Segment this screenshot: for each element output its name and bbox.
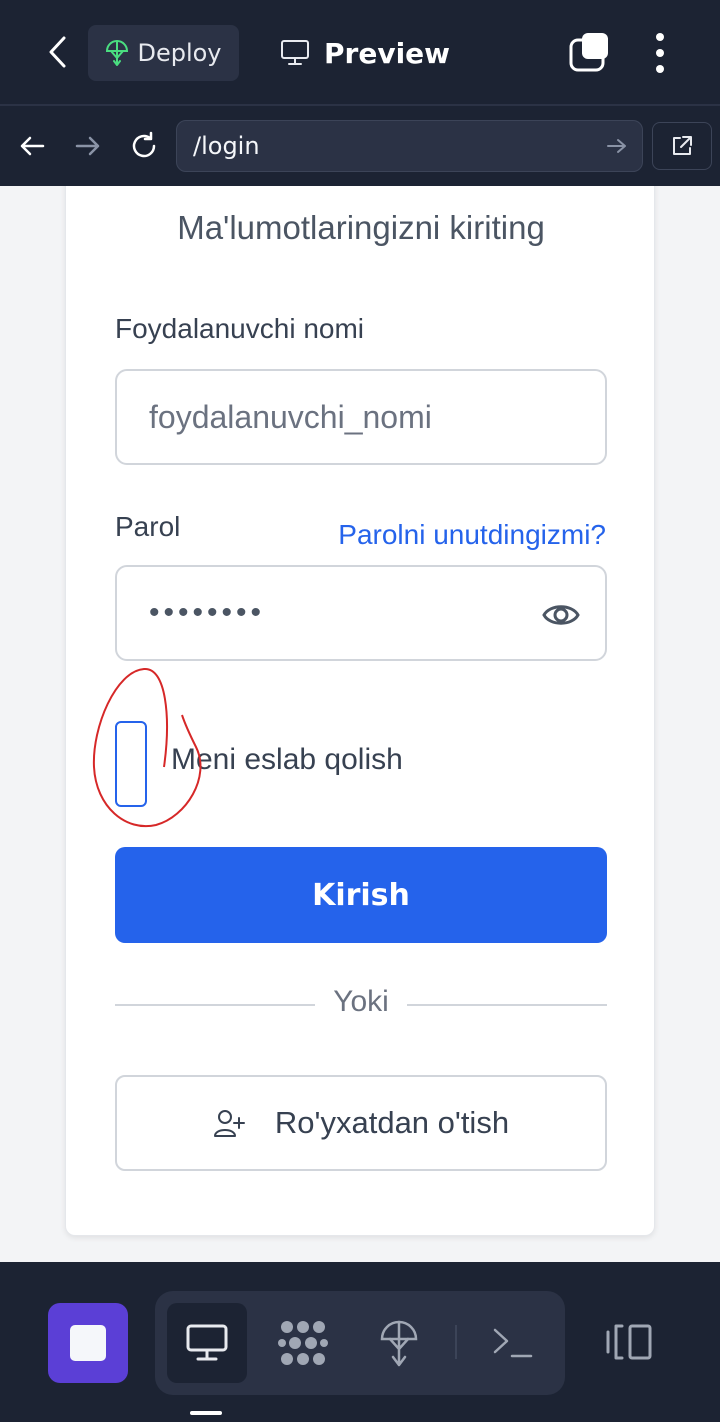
tool-deploy[interactable]: [359, 1303, 439, 1383]
refresh-icon: [132, 131, 156, 158]
signup-button[interactable]: Ro'yxatdan o'tish: [115, 1075, 607, 1171]
stop-icon: [70, 1325, 106, 1361]
back-button[interactable]: [36, 30, 80, 74]
url-text: /login: [193, 132, 260, 160]
home-indicator: [190, 1411, 222, 1415]
url-bar: /login: [0, 104, 720, 186]
arrow-right-icon: [75, 136, 100, 156]
show-password-button[interactable]: [541, 595, 581, 635]
deploy-icon: [106, 40, 129, 66]
open-external-button[interactable]: [652, 122, 712, 170]
tool-separator: [455, 1325, 457, 1359]
password-input[interactable]: ••••••••: [115, 565, 607, 661]
password-label: Parol: [115, 511, 181, 542]
deploy-icon: [380, 1320, 418, 1367]
deploy-label: Deploy: [137, 39, 222, 67]
arrow-left-icon: [20, 136, 45, 156]
external-link-icon: [673, 136, 692, 155]
remember-me-label[interactable]: Meni eslab qolish: [171, 743, 403, 777]
url-go-button[interactable]: [602, 131, 632, 161]
deploy-button[interactable]: Deploy: [88, 25, 239, 81]
remember-me-checkbox[interactable]: [115, 721, 147, 807]
stop-button[interactable]: [48, 1303, 128, 1383]
layout-icon: [606, 1324, 652, 1360]
nav-back-button[interactable]: [10, 124, 54, 168]
password-value: ••••••••: [149, 596, 266, 629]
tool-switcher: [155, 1291, 565, 1395]
user-plus-icon: [213, 1110, 245, 1137]
username-input[interactable]: foydalanuvchi_nomi: [115, 369, 607, 465]
username-label: Foydalanuvchi nomi: [115, 313, 365, 344]
username-placeholder: foydalanuvchi_nomi: [149, 398, 432, 435]
forgot-password-link[interactable]: Parolni unutdingizmi?: [338, 519, 606, 551]
preview-label: Preview: [324, 36, 451, 70]
preview-viewport: Ma'lumotlaringizni kiriting Foydalanuvch…: [0, 186, 720, 1262]
terminal-icon: [493, 1328, 533, 1358]
preview-tab[interactable]: Preview: [280, 28, 450, 78]
url-input[interactable]: /login: [176, 120, 643, 172]
packages-icon: [278, 1321, 328, 1365]
login-title: Ma'lumotlaringizni kiriting: [177, 209, 545, 246]
layout-button[interactable]: [600, 1316, 660, 1368]
go-arrow-icon: [607, 139, 626, 153]
chevron-left-icon: [49, 36, 66, 68]
divider-text: Yoki: [333, 985, 389, 1018]
login-card: Ma'lumotlaringizni kiriting Foydalanuvch…: [65, 186, 655, 1236]
bottom-toolbar: [0, 1262, 720, 1422]
tool-packages[interactable]: [263, 1303, 343, 1383]
tool-preview[interactable]: [167, 1303, 247, 1383]
refresh-button[interactable]: [122, 124, 166, 168]
monitor-icon: [186, 1324, 228, 1361]
tabs-button[interactable]: [566, 30, 612, 76]
tabs-icon: [569, 33, 608, 72]
tool-shell[interactable]: [473, 1303, 553, 1383]
signup-label: Ro'yxatdan o'tish: [274, 1105, 510, 1140]
nav-forward-button[interactable]: [66, 124, 110, 168]
app-header: Deploy Preview: [0, 0, 720, 104]
login-button[interactable]: Kirish: [115, 847, 607, 943]
monitor-icon: [281, 40, 309, 65]
eye-icon: [542, 605, 580, 625]
divider-right: [407, 1004, 607, 1006]
kebab-icon[interactable]: [640, 30, 680, 76]
